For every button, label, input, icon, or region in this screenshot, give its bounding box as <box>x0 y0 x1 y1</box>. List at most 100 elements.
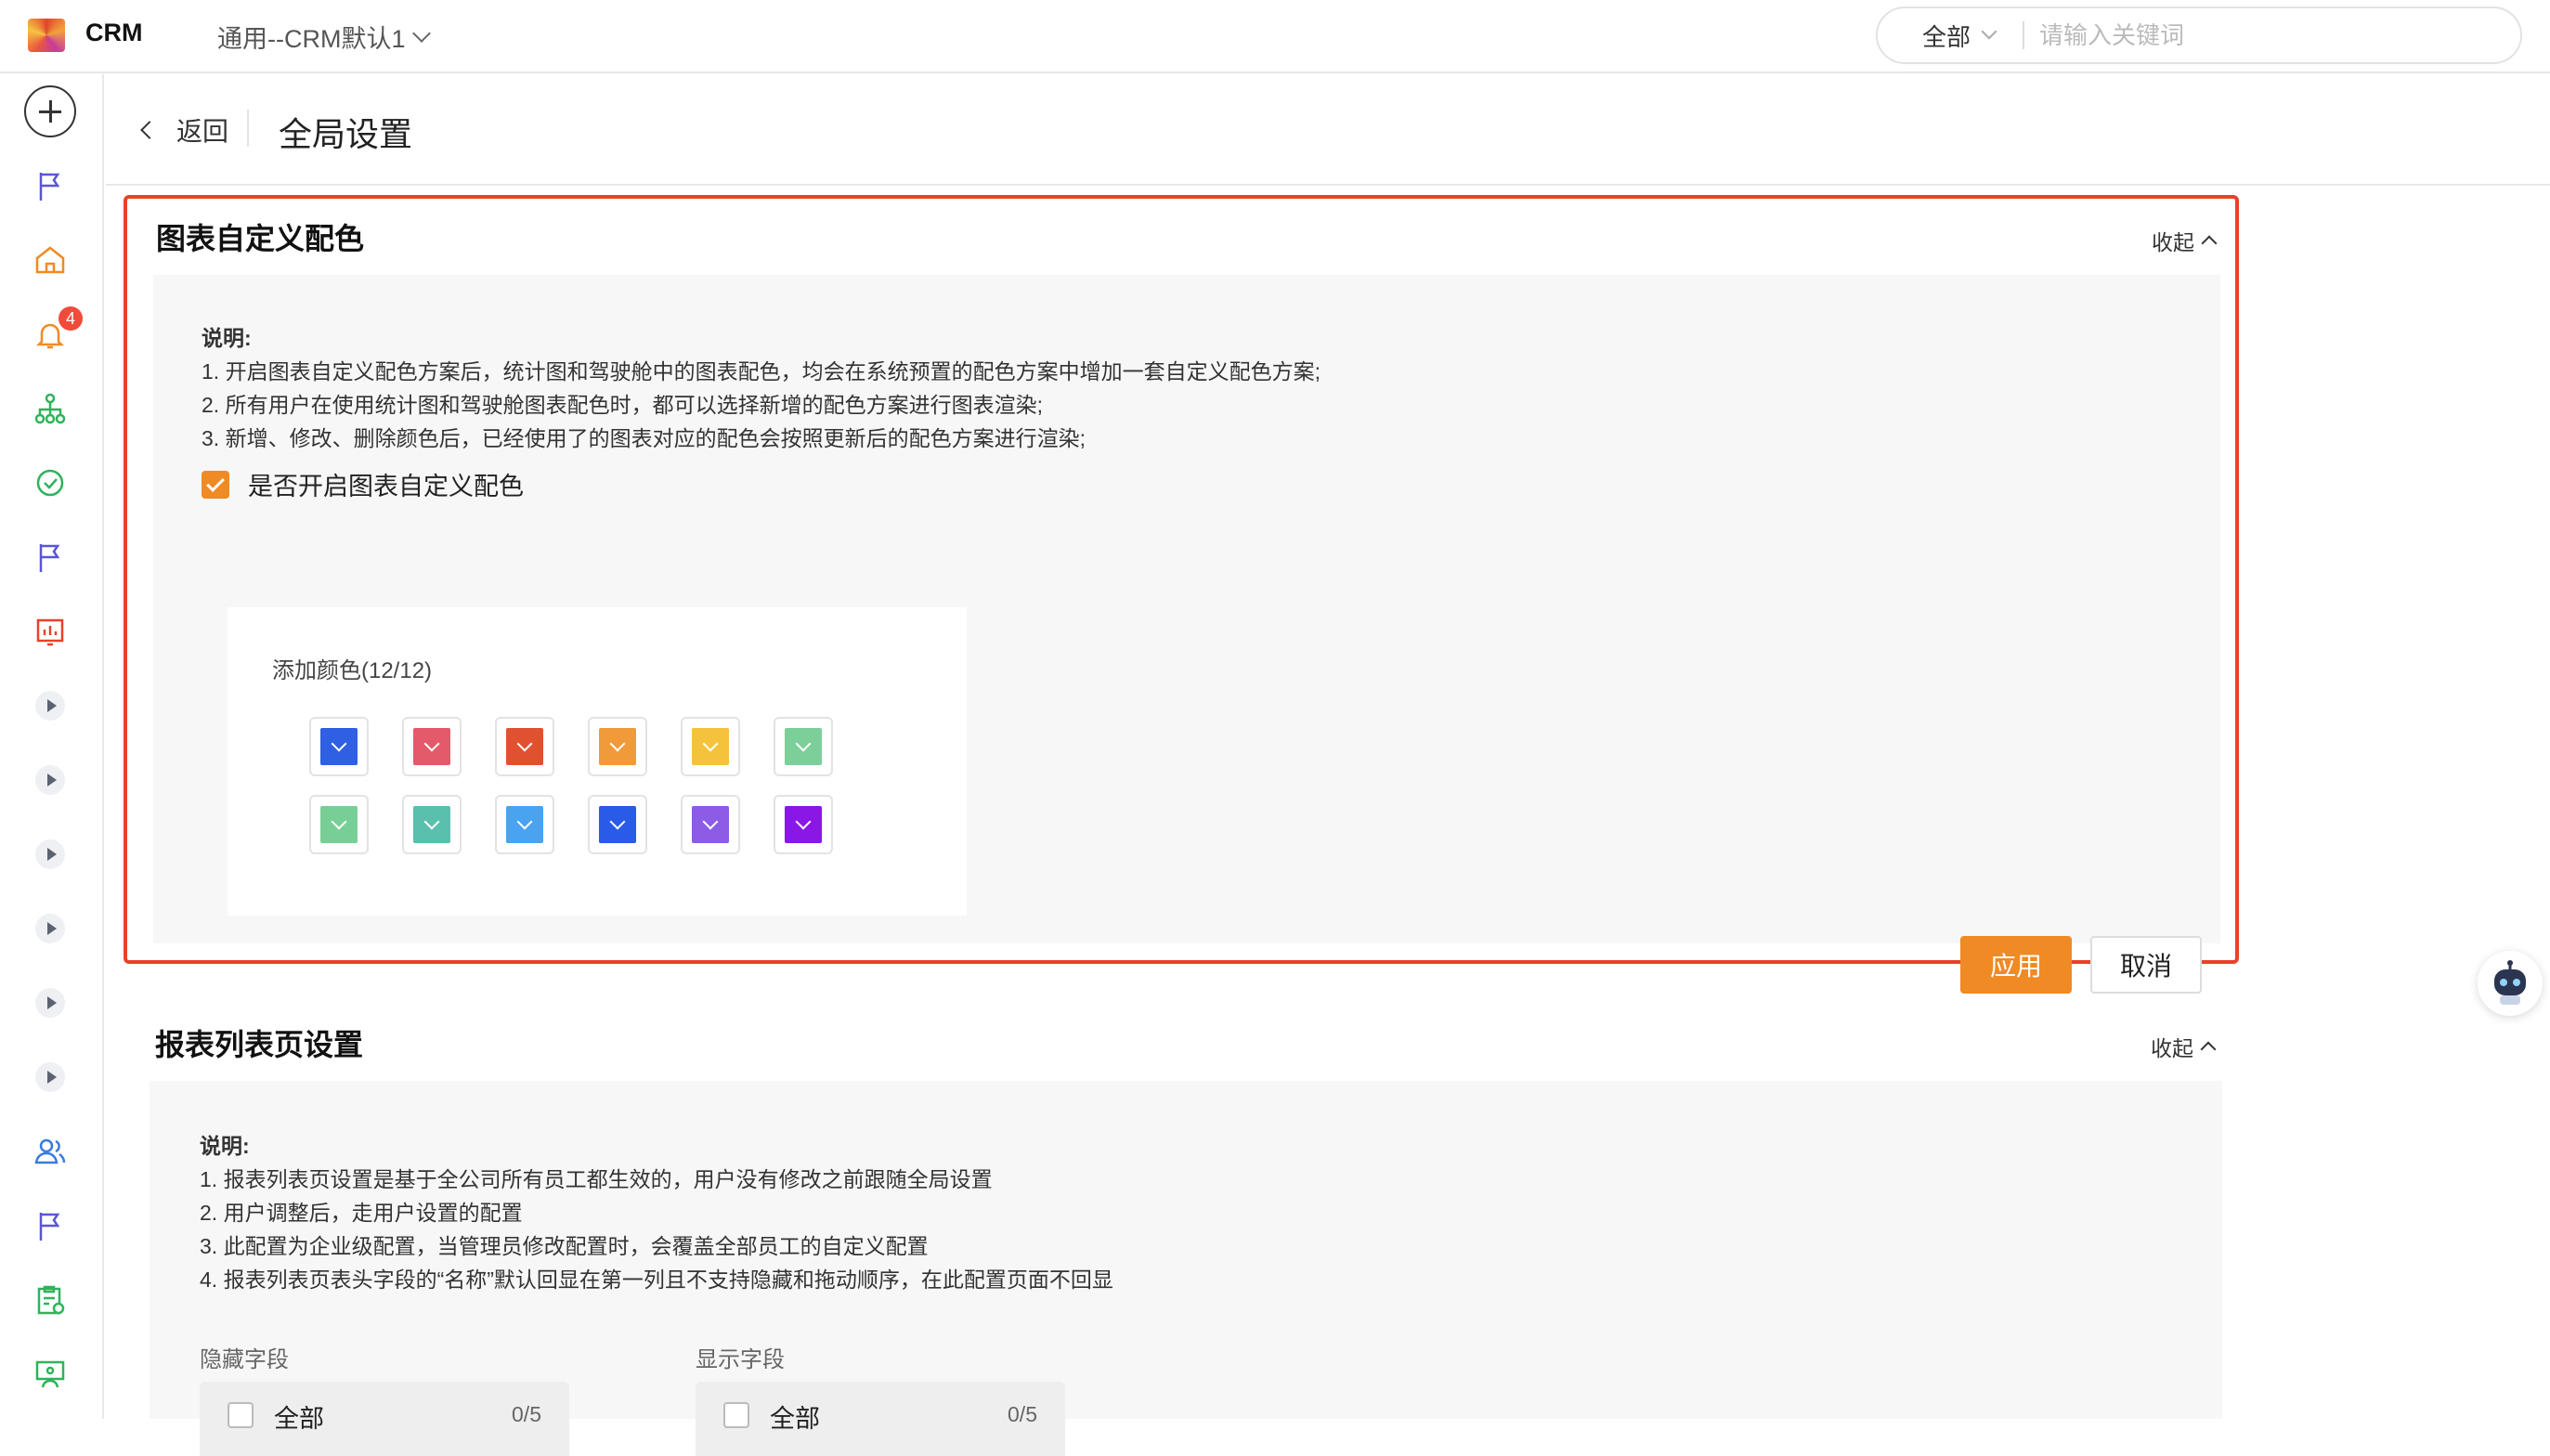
select-all-label[interactable]: 全部 <box>274 1398 324 1435</box>
enable-label: 是否开启图表自定义配色 <box>248 473 524 500</box>
expand-icon[interactable] <box>35 988 65 1018</box>
description-line: 2. 所有用户在使用统计图和驾驶舱图表配色时，都可以选择新增的配色方案进行图表渲… <box>202 393 1043 417</box>
search-scope-dropdown[interactable]: 全部 <box>1878 19 1997 53</box>
collapse-toggle[interactable]: 收起 <box>2151 1031 2217 1062</box>
chevron-down-icon <box>506 806 543 843</box>
color-swatch[interactable] <box>402 717 462 776</box>
search-divider <box>2023 21 2025 49</box>
flag-icon[interactable] <box>32 1207 69 1244</box>
add-icon[interactable] <box>24 85 76 137</box>
expand-icon[interactable] <box>35 914 65 943</box>
page-title: 全局设置 <box>279 115 413 153</box>
check-circle-icon[interactable] <box>32 464 69 501</box>
description-line: 1. 开启图表自定义配色方案后，统计图和驾驶舱中的图表配色，均会在系统预置的配色… <box>202 359 1321 384</box>
color-swatch[interactable] <box>681 717 740 776</box>
color-swatch[interactable] <box>402 795 462 854</box>
color-swatch[interactable] <box>681 795 740 854</box>
chevron-down-icon <box>692 806 729 843</box>
top-bar: CRM 通用--CRM默认1 全部 <box>0 0 2550 73</box>
chart-color-panel: 说明: 1. 开启图表自定义配色方案后，统计图和驾驶舱中的图表配色，均会在系统预… <box>153 275 2220 994</box>
apply-button[interactable]: 应用 <box>1960 936 2072 994</box>
global-search: 全部 <box>1876 6 2522 64</box>
home-icon[interactable] <box>32 241 69 279</box>
chevron-down-icon <box>785 806 822 843</box>
color-swatch[interactable] <box>495 717 554 776</box>
color-palette-box: 添加颜色(12/12) <box>228 607 967 916</box>
color-swatch[interactable] <box>774 717 833 776</box>
chevron-down-icon <box>411 23 431 43</box>
back-button[interactable]: 返回 <box>140 111 229 149</box>
chevron-down-icon <box>785 728 822 765</box>
hidden-fields-list: 全部 0/5 <box>200 1382 569 1456</box>
section-title: 报表列表页设置 <box>155 1028 364 1061</box>
chevron-down-icon <box>599 806 636 843</box>
app-logo[interactable] <box>28 19 65 52</box>
field-count: 0/5 <box>512 1402 541 1426</box>
users-icon[interactable] <box>32 1133 69 1170</box>
chevron-down-icon <box>692 728 729 765</box>
shown-fields-list: 全部 0/5 <box>696 1382 1065 1456</box>
chevron-down-icon <box>320 806 358 843</box>
color-swatch[interactable] <box>774 795 833 854</box>
search-input[interactable] <box>2039 20 2486 50</box>
chevron-down-icon <box>599 728 636 765</box>
collapse-toggle[interactable]: 收起 <box>2152 225 2218 256</box>
chevron-down-icon <box>1981 23 1997 40</box>
description-line: 4. 报表列表页表头字段的“名称”默认回显在第一列且不支持隐藏和拖动顺序，在此配… <box>200 1268 1113 1292</box>
color-swatch[interactable] <box>588 795 647 854</box>
chevron-left-icon <box>140 121 159 139</box>
report-icon[interactable] <box>32 613 69 650</box>
workspace-name: 通用--CRM默认1 <box>217 25 406 53</box>
shown-fields-column: 显示字段 全部 0/5 <box>696 1341 1065 1456</box>
report-list-panel: 说明: 1. 报表列表页设置是基于全公司所有员工都生效的，用户没有修改之前跟随全… <box>150 1081 2222 1456</box>
description-line: 1. 报表列表页设置是基于全公司所有员工都生效的，用户没有修改之前跟随全局设置 <box>200 1167 993 1191</box>
description: 说明: 1. 开启图表自定义配色方案后，统计图和驾驶舱中的图表配色，均会在系统预… <box>202 321 1321 455</box>
collapse-label: 收起 <box>2151 1036 2193 1060</box>
hidden-fields-column: 隐藏字段 全部 0/5 <box>200 1341 569 1456</box>
expand-icon[interactable] <box>35 765 65 795</box>
chevron-down-icon <box>413 806 450 843</box>
shown-fields-label: 显示字段 <box>696 1347 785 1372</box>
add-color-label[interactable]: 添加颜色(12/12) <box>272 652 432 684</box>
field-count: 0/5 <box>1008 1402 1037 1426</box>
color-swatch[interactable] <box>309 717 369 776</box>
clipboard-icon[interactable] <box>32 1281 69 1319</box>
expand-icon[interactable] <box>35 691 65 721</box>
chevron-up-icon <box>2201 235 2218 252</box>
description-heading: 说明: <box>202 326 252 350</box>
teacher-icon[interactable] <box>32 1356 69 1393</box>
search-scope-label: 全部 <box>1922 22 1971 51</box>
description-line: 3. 新增、修改、删除颜色后，已经使用了的图表对应的配色会按照更新后的配色方案进… <box>202 426 1086 450</box>
enable-custom-color-checkbox[interactable]: 是否开启图表自定义配色 <box>202 466 524 502</box>
app-name[interactable]: CRM <box>85 19 143 47</box>
org-chart-icon[interactable] <box>32 390 69 427</box>
expand-icon[interactable] <box>35 839 65 869</box>
select-all-label[interactable]: 全部 <box>770 1398 820 1435</box>
flag-icon[interactable] <box>32 167 69 204</box>
select-all-checkbox[interactable] <box>723 1402 749 1428</box>
color-swatch[interactable] <box>309 795 369 854</box>
description-line: 3. 此配置为企业级配置，当管理员修改配置时，会覆盖全部员工的自定义配置 <box>200 1234 929 1258</box>
checkbox-checked[interactable] <box>202 470 229 499</box>
header-divider <box>247 110 249 147</box>
notification-badge: 4 <box>59 306 83 331</box>
description-heading: 说明: <box>200 1134 250 1158</box>
workspace-selector[interactable]: 通用--CRM默认1 <box>217 19 431 55</box>
chevron-up-icon <box>2200 1041 2217 1058</box>
collapse-label: 收起 <box>2152 230 2194 254</box>
expand-icon[interactable] <box>35 1062 65 1092</box>
flag-icon[interactable] <box>32 539 69 576</box>
sidebar: 4 <box>0 74 104 1419</box>
select-all-checkbox[interactable] <box>228 1402 254 1428</box>
back-label: 返回 <box>176 117 229 146</box>
color-swatch[interactable] <box>588 717 647 776</box>
assistant-button[interactable] <box>2478 951 2543 1016</box>
section-title: 图表自定义配色 <box>156 222 365 255</box>
chevron-down-icon <box>506 728 543 765</box>
description: 说明: 1. 报表列表页设置是基于全公司所有员工都生效的，用户没有修改之前跟随全… <box>200 1129 1113 1296</box>
color-swatch[interactable] <box>495 795 554 854</box>
cancel-button[interactable]: 取消 <box>2090 936 2202 994</box>
robot-icon <box>2494 960 2526 1005</box>
chevron-down-icon <box>413 728 450 765</box>
description-line: 2. 用户调整后，走用户设置的配置 <box>200 1201 523 1225</box>
